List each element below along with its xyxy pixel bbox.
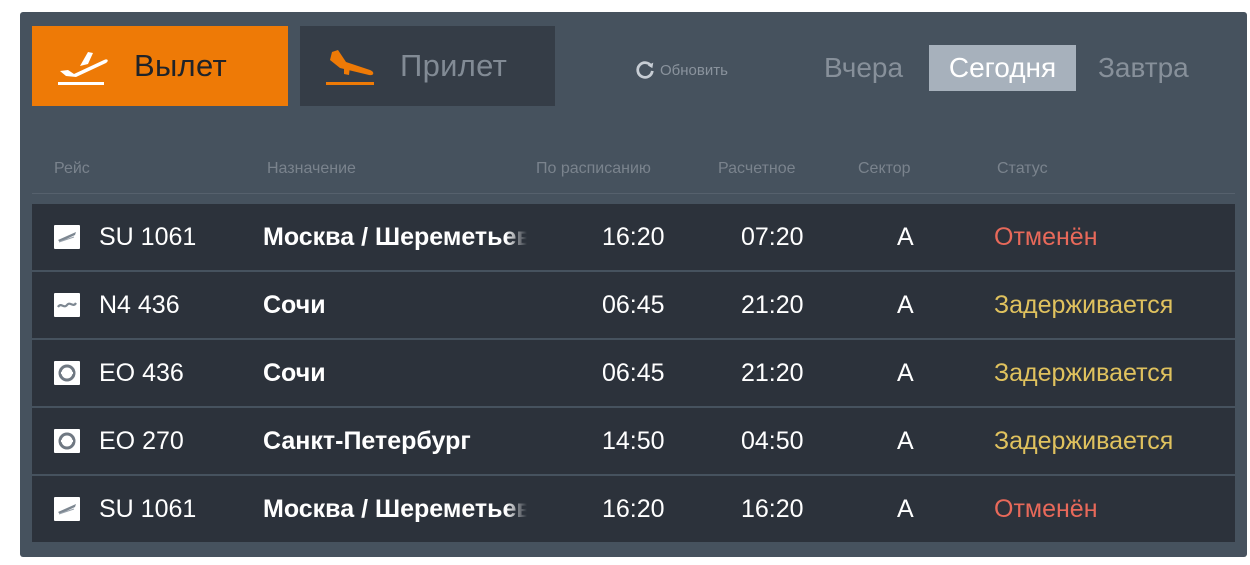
plane-landing-icon <box>326 50 374 85</box>
scheduled-time: 16:20 <box>602 223 665 251</box>
airline-logo <box>54 293 80 317</box>
tab-departure[interactable]: Вылет <box>32 26 288 106</box>
scheduled-time: 16:20 <box>602 495 665 523</box>
destination: Сочи <box>263 359 326 387</box>
scheduled-time: 06:45 <box>602 291 665 319</box>
estimated-time: 21:20 <box>741 291 804 319</box>
column-estimated: Расчетное <box>718 160 796 177</box>
sector: A <box>897 359 914 387</box>
status-badge: Задерживается <box>994 359 1174 387</box>
table-row[interactable]: SU 1061 Москва / Шереметьево 16:20 16:20… <box>32 476 1235 542</box>
flight-number: SU 1061 <box>99 495 197 523</box>
flight-number: SU 1061 <box>99 223 197 251</box>
airline-logo <box>54 225 80 249</box>
refresh-icon <box>636 61 654 79</box>
destination: Санкт-Петербург <box>263 427 471 455</box>
destination: Москва / Шереметьево <box>263 223 527 251</box>
tab-arrival[interactable]: Прилет <box>300 26 555 106</box>
column-status: Статус <box>997 160 1048 177</box>
flight-number: EO 270 <box>99 427 184 455</box>
day-tomorrow[interactable]: Завтра <box>1098 45 1189 91</box>
refresh-button[interactable]: Обновить <box>634 58 728 82</box>
nordwind-logo <box>57 302 77 308</box>
sector: A <box>897 291 914 319</box>
estimated-time: 21:20 <box>741 359 804 387</box>
table-row[interactable]: EO 436 Сочи 06:45 21:20 A Задерживается <box>32 340 1235 406</box>
column-scheduled: По расписанию <box>536 160 651 177</box>
flight-number: N4 436 <box>99 291 180 319</box>
airline-logo <box>54 497 80 521</box>
estimated-time: 07:20 <box>741 223 804 251</box>
eo-airline-logo <box>58 432 76 450</box>
scheduled-time: 06:45 <box>602 359 665 387</box>
tab-arrival-label: Прилет <box>400 48 508 83</box>
column-destination: Назначение <box>267 160 356 177</box>
table-row[interactable]: N4 436 Сочи 06:45 21:20 A Задерживается <box>32 272 1235 338</box>
sector: A <box>897 495 914 523</box>
aeroflot-logo <box>58 232 76 243</box>
aeroflot-logo <box>58 504 76 515</box>
eo-airline-logo <box>58 364 76 382</box>
flight-number: EO 436 <box>99 359 184 387</box>
sector: A <box>897 427 914 455</box>
table-header: Рейс Назначение По расписанию Расчетное … <box>32 160 1235 194</box>
status-badge: Задерживается <box>994 291 1174 319</box>
table-row[interactable]: SU 1061 Москва / Шереметьево 16:20 07:20… <box>32 204 1235 270</box>
column-flight: Рейс <box>54 160 90 177</box>
airline-logo <box>54 429 80 453</box>
table-row[interactable]: EO 270 Санкт-Петербург 14:50 04:50 A Зад… <box>32 408 1235 474</box>
tab-departure-label: Вылет <box>134 48 227 83</box>
scheduled-time: 14:50 <box>602 427 665 455</box>
airline-logo <box>54 361 80 385</box>
estimated-time: 16:20 <box>741 495 804 523</box>
day-today[interactable]: Сегодня <box>929 45 1076 91</box>
day-yesterday[interactable]: Вчера <box>824 45 903 91</box>
column-sector: Сектор <box>858 160 911 177</box>
flight-board: Вылет Прилет Обновить Вчера Сегодня Завт… <box>20 12 1247 557</box>
destination: Москва / Шереметьево <box>263 495 527 523</box>
sector: A <box>897 223 914 251</box>
destination: Сочи <box>263 291 326 319</box>
status-badge: Задерживается <box>994 427 1174 455</box>
estimated-time: 04:50 <box>741 427 804 455</box>
plane-takeoff-icon <box>58 52 108 85</box>
status-badge: Отменён <box>994 495 1098 523</box>
status-badge: Отменён <box>994 223 1098 251</box>
refresh-label: Обновить <box>660 61 728 79</box>
